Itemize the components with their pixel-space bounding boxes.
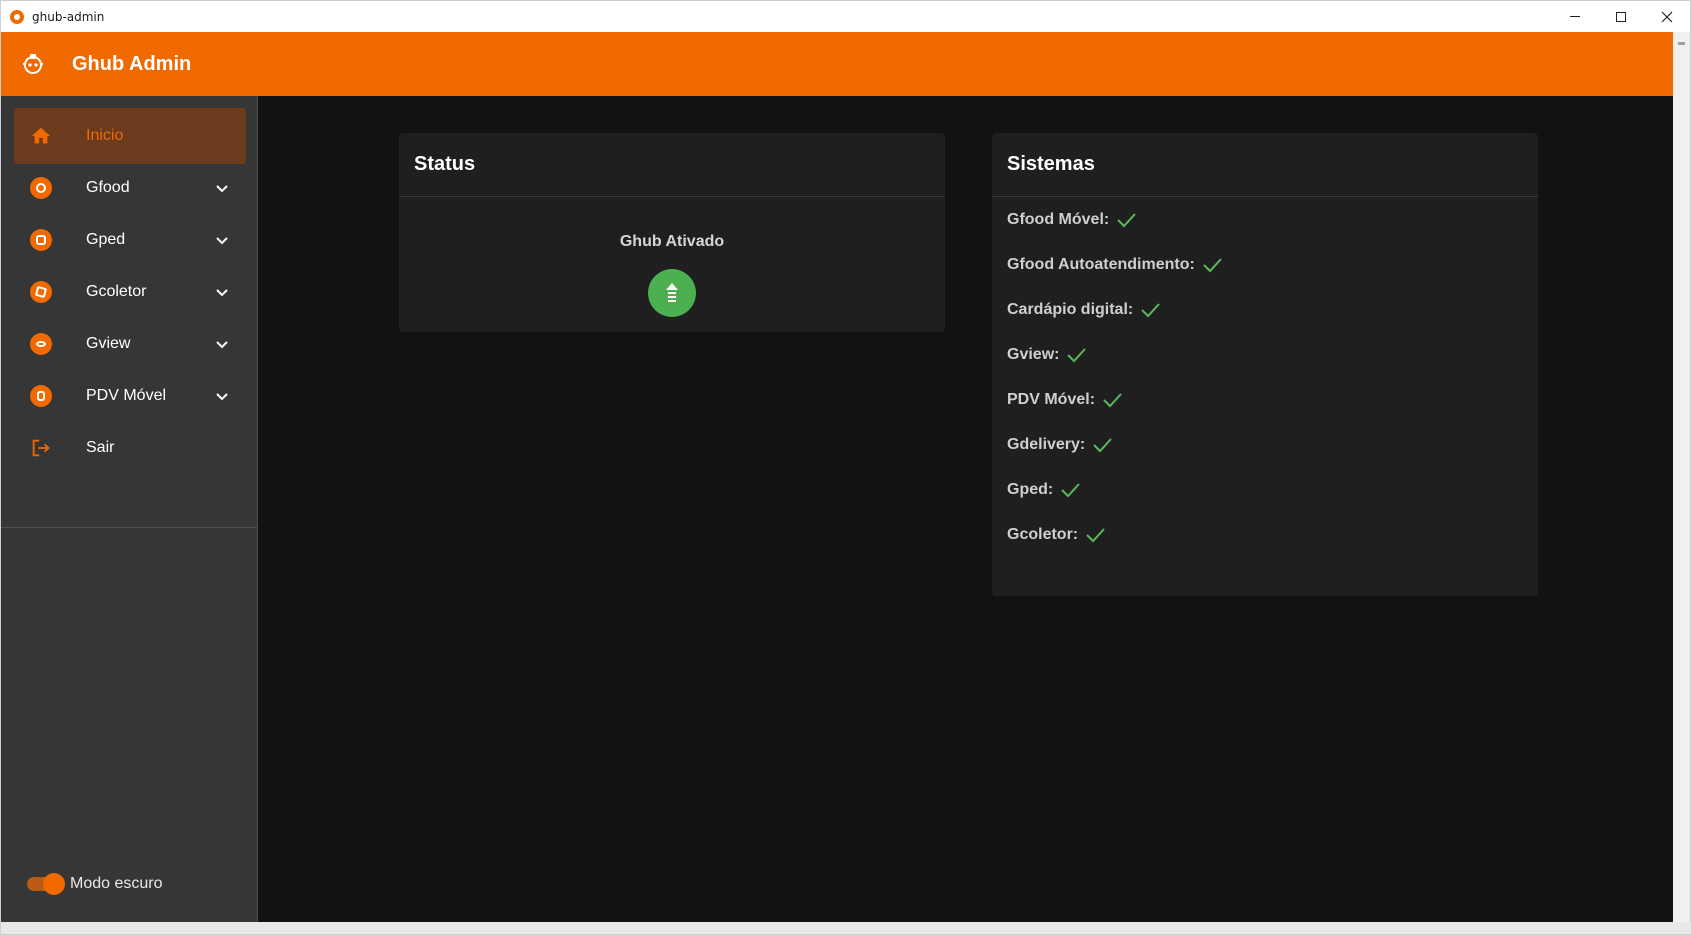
gfood-icon xyxy=(30,177,52,199)
status-card-header: Status xyxy=(399,133,945,197)
sidebar-item-label: Gcoletor xyxy=(86,283,147,300)
sidebar-item-gview[interactable]: Gview xyxy=(14,316,246,372)
chevron-down-icon[interactable] xyxy=(214,388,230,404)
system-label: Gfood Autoatendimento: xyxy=(1007,256,1195,273)
gview-icon xyxy=(30,333,52,355)
system-row-gped: Gped: xyxy=(1007,479,1081,501)
minimize-icon xyxy=(1570,16,1580,17)
system-label: PDV Móvel: xyxy=(1007,391,1096,408)
sidebar-item-label: Gview xyxy=(86,335,131,352)
app-header: Ghub Admin xyxy=(1,32,1674,96)
system-label: Gped: xyxy=(1007,481,1054,498)
window-titlebar[interactable]: ghub-admin xyxy=(1,1,1690,32)
chevron-down-icon[interactable] xyxy=(214,232,230,248)
systems-card-title: Sistemas xyxy=(1007,153,1095,175)
system-label: Cardápio digital: xyxy=(1007,301,1134,318)
system-row-gfood-autoatendimento: Gfood Autoatendimento: xyxy=(1007,254,1223,276)
check-icon xyxy=(1067,348,1087,363)
sidebar-item-inicio[interactable]: Inicio xyxy=(14,108,246,164)
maximize-icon xyxy=(1616,11,1626,22)
close-icon xyxy=(1661,11,1673,22)
maximize-button[interactable] xyxy=(1598,1,1644,32)
check-icon xyxy=(1141,303,1160,318)
systems-card-header: Sistemas xyxy=(992,133,1538,197)
system-label: Gfood Móvel: xyxy=(1007,211,1110,228)
sidebar-item-label: Gped xyxy=(86,231,126,248)
window-title: ghub-admin xyxy=(32,9,105,24)
check-icon xyxy=(1103,393,1122,408)
scroll-up-arrow[interactable] xyxy=(1678,42,1685,45)
check-icon xyxy=(1117,213,1136,228)
systems-card: Sistemas Gfood Móvel: Gfood Autoatendime… xyxy=(992,133,1538,596)
status-card: Status Ghub Ativado xyxy=(399,133,945,332)
system-label: Gview: xyxy=(1007,346,1060,363)
sidebar-item-label: Gfood xyxy=(86,179,130,196)
chevron-down-icon[interactable] xyxy=(214,336,230,352)
dark-mode-label: Modo escuro xyxy=(70,875,163,892)
system-row-gview: Gview: xyxy=(1007,344,1087,366)
chevron-down-icon[interactable] xyxy=(214,284,230,300)
status-card-title: Status xyxy=(414,153,476,175)
system-row-cardapio-digital: Cardápio digital: xyxy=(1007,299,1161,321)
dark-mode-toggle[interactable]: Modo escuro xyxy=(27,873,163,895)
app-icon xyxy=(10,9,24,24)
minimize-button[interactable] xyxy=(1552,1,1598,32)
app-window: ghub-admin Ghub Admin Inicio Gfood Gped … xyxy=(0,0,1691,935)
logout-icon xyxy=(32,439,50,457)
sidebar-item-sair[interactable]: Sair xyxy=(14,420,246,476)
vertical-scrollbar[interactable] xyxy=(1673,32,1690,924)
system-label: Gcoletor: xyxy=(1007,526,1079,543)
main-content: Status Ghub Ativado Sistemas Gfood Móvel… xyxy=(258,96,1674,924)
sidebar-item-label: PDV Móvel xyxy=(86,387,167,404)
sidebar-item-gfood[interactable]: Gfood xyxy=(14,160,246,216)
home-icon xyxy=(31,127,51,144)
gped-icon xyxy=(30,229,52,251)
check-icon xyxy=(1203,258,1222,273)
app-title: Ghub Admin xyxy=(72,52,192,75)
pdv-movel-icon xyxy=(30,385,52,407)
toggle-switch[interactable] xyxy=(27,873,65,895)
sidebar: Inicio Gfood Gped Gcoletor Gview PDV Móv… xyxy=(1,96,258,924)
status-indicator-button[interactable] xyxy=(648,269,696,317)
chevron-down-icon[interactable] xyxy=(214,180,230,196)
system-row-pdv-movel: PDV Móvel: xyxy=(1007,389,1123,411)
sidebar-item-gped[interactable]: Gped xyxy=(14,212,246,268)
close-button[interactable] xyxy=(1644,1,1690,32)
check-icon xyxy=(1061,483,1080,498)
sidebar-item-label: Inicio xyxy=(86,127,124,144)
system-row-gfood-movel: Gfood Móvel: xyxy=(1007,209,1137,231)
sidebar-item-label: Sair xyxy=(86,439,115,456)
system-label: Gdelivery: xyxy=(1007,436,1086,453)
sidebar-item-pdv-movel[interactable]: PDV Móvel xyxy=(14,368,246,424)
sidebar-item-gcoletor[interactable]: Gcoletor xyxy=(14,264,246,320)
ghub-logo-icon xyxy=(23,54,43,74)
toggle-knob xyxy=(43,873,65,895)
system-row-gcoletor: Gcoletor: xyxy=(1007,524,1106,546)
check-icon xyxy=(1093,438,1113,453)
system-row-gdelivery: Gdelivery: xyxy=(1007,434,1113,456)
check-icon xyxy=(1086,528,1105,543)
gcoletor-icon xyxy=(30,281,52,303)
window-bottom-edge xyxy=(1,922,1691,934)
sidebar-divider xyxy=(1,527,257,528)
status-text: Ghub Ativado xyxy=(619,233,725,250)
upload-icon xyxy=(666,283,678,302)
